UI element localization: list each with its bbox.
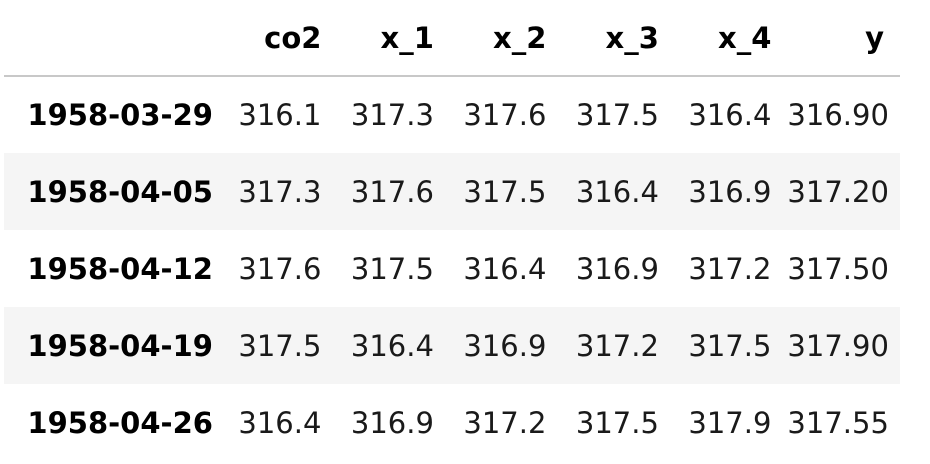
header-row: co2 x_1 x_2 x_3 x_4 y: [4, 0, 900, 77]
table-cell: 316.4: [238, 405, 322, 440]
table-cell: 317.6: [463, 98, 547, 132]
table-cell: 317.90: [787, 328, 889, 363]
row-index: 1958-04-05: [27, 174, 213, 209]
table-cell: 316.4: [575, 174, 659, 209]
table-cell: 317.5: [575, 98, 659, 132]
table-cell: 317.5: [238, 328, 322, 363]
table-cell: 317.6: [238, 251, 322, 286]
dataframe-table: co2 x_1 x_2 x_3 x_4 y 1958-03-29 316.1 3…: [4, 0, 900, 461]
table-cell: 316.9: [350, 405, 434, 440]
table-cell: 316.9: [688, 174, 772, 209]
column-header-x_1: x_1: [337, 0, 450, 77]
table-row: 1958-04-12 317.6 317.5 316.4 316.9 317.2…: [4, 230, 900, 307]
table-cell: 316.90: [787, 98, 889, 132]
index-header: [4, 0, 225, 77]
row-index: 1958-04-12: [27, 251, 213, 286]
column-header-y: y: [787, 0, 900, 77]
table-cell: 317.50: [787, 251, 889, 286]
table-cell: 316.9: [575, 251, 659, 286]
table-cell: 317.5: [350, 251, 434, 286]
table-cell: 317.55: [787, 405, 889, 440]
table-row: 1958-04-26 316.4 316.9 317.2 317.5 317.9…: [4, 384, 900, 461]
table-cell: 317.6: [350, 174, 434, 209]
table-cell: 317.2: [463, 405, 547, 440]
column-header-x_4: x_4: [674, 0, 788, 77]
table-cell: 317.5: [463, 174, 547, 209]
table-cell: 316.9: [463, 328, 547, 363]
table-cell: 317.5: [575, 405, 659, 440]
table-cell: 317.20: [787, 174, 889, 209]
column-header-x_3: x_3: [562, 0, 675, 77]
table-cell: 316.4: [463, 251, 547, 286]
table-cell: 316.4: [350, 328, 434, 363]
row-index: 1958-04-19: [27, 328, 213, 363]
table-cell: 317.3: [350, 98, 434, 132]
column-header-co2: co2: [224, 0, 338, 77]
table-cell: 316.1: [238, 98, 322, 132]
table-row: 1958-04-05 317.3 317.6 317.5 316.4 316.9…: [4, 153, 900, 230]
table-cell: 317.2: [688, 251, 772, 286]
table-row: 1958-03-29 316.1 317.3 317.6 317.5 316.4…: [4, 76, 900, 153]
table-cell: 317.9: [688, 405, 772, 440]
table-cell: 316.4: [688, 98, 772, 132]
row-index: 1958-03-29: [27, 98, 213, 132]
column-header-x_2: x_2: [449, 0, 563, 77]
table-cell: 317.3: [238, 174, 322, 209]
table-cell: 317.2: [575, 328, 659, 363]
row-index: 1958-04-26: [27, 405, 213, 440]
dataframe-table-container: co2 x_1 x_2 x_3 x_4 y 1958-03-29 316.1 3…: [4, 0, 900, 461]
table-row: 1958-04-19 317.5 316.4 316.9 317.2 317.5…: [4, 307, 900, 384]
table-cell: 317.5: [688, 328, 772, 363]
